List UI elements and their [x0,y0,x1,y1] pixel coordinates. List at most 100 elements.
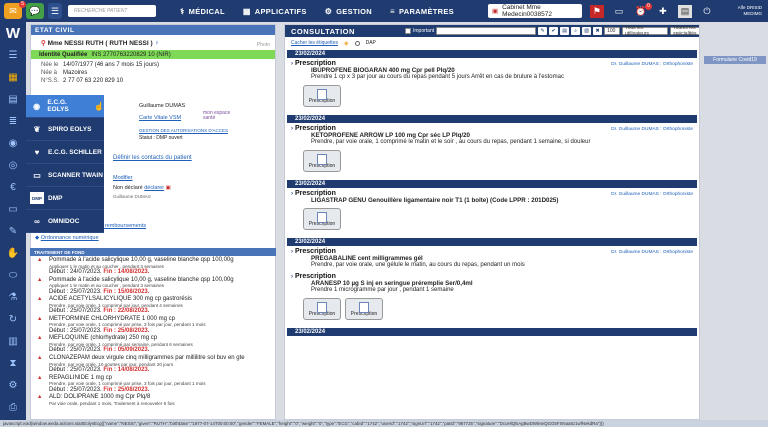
entry-doctor[interactable]: Dr. Guillaume DUMAS : Orthophoniste [611,127,693,132]
sidebar-camera-icon[interactable]: ◉ [0,132,26,154]
consultation-date-bar[interactable]: 23/02/2024 [287,328,697,336]
patient-search-input[interactable]: RECHERCHE PATIENT [68,5,156,17]
sidebar-folder-icon[interactable]: ▭ [0,198,26,220]
prescription-doc-button[interactable]: Prescription [303,208,341,230]
entry-doctor[interactable]: Dr. Guillaume DUMAS : Orthophoniste [611,192,693,197]
sidebar-hand-icon[interactable]: ✋ [0,242,26,264]
check-tool-icon[interactable]: ✔ [549,27,559,35]
consultation-date-bar[interactable]: 23/02/2024 [287,115,697,123]
hide-labels-link[interactable]: Cacher les étiquettes [291,40,338,46]
nav-parametres[interactable]: ≡ PARAMÈTRES [390,7,454,16]
dap-radio[interactable] [354,40,360,46]
menu-item-ecg-schiller[interactable]: ♥ E.C.G. SCHILLER [26,141,104,164]
modifier-text[interactable]: Modifier [113,175,133,181]
autorisations-text[interactable]: GESTION DES AUTORISATIONS D'ACCES [139,128,228,133]
image-tool-icon[interactable]: ▨ [582,27,592,35]
carte-vitale-text[interactable]: Carte Vitale VSM [139,115,181,121]
modifier-link[interactable]: Modifier [113,175,133,182]
entry-doctor[interactable]: Dr. Guillaume DUMAS : Orthophoniste [611,62,693,67]
treatment-item[interactable]: ▲ Pommade à l'acide salicylique 10,00 g, … [31,256,275,276]
pdf-icon[interactable]: ▣ [166,185,171,191]
sidebar-settings-icon[interactable]: ⚙ [0,374,26,396]
nav-applicatifs[interactable]: ▦ APPLICATIFS [243,7,307,16]
user-info[interactable]: Alfe DRISID MEDIMG [722,5,762,17]
treatment-warning-icon: ▲ [37,296,43,303]
sidebar-chart-icon[interactable]: ▥ [0,330,26,352]
ordonnance-link[interactable]: ◆ Ordonnance numérique [35,235,99,242]
treatment-item[interactable]: ▲ ACIDE ACETYLSALICYLIQUE 300 mg cp gastr… [31,295,275,315]
entry-doctor[interactable]: Dr. Guillaume DUMAS : Orthophoniste [611,250,693,255]
search-tool-icon[interactable]: ⌕ [571,27,581,35]
patient-list-icon[interactable]: ☰ [48,3,62,19]
sidebar-list-icon[interactable]: ≣ [0,110,26,132]
treatment-item[interactable]: ▲ REPAGLINIDE 1 mg cp Prendre, par voie or… [31,374,275,394]
declarer-link[interactable]: déclarer [144,185,164,191]
important-checkbox[interactable] [405,28,411,34]
sidebar-calendar-icon[interactable]: ▦ [0,66,26,88]
treatment-item[interactable]: ▲ CLONAZEPAM deux virgule cinq milligramm… [31,354,275,374]
menu-item-omnidoc[interactable]: ∞ OMNIDOC [26,210,104,233]
trash-tool-icon[interactable]: ✖ [593,27,603,35]
menu-item-scanner-twain[interactable]: ▭ SCANNER TWAIN [26,164,104,187]
treatment-item[interactable]: ▲ Pommade à l'acide salicylique 10,00 g, … [31,276,275,296]
treatment-item[interactable]: ▲ MEFLOQUINE (chlorhydrate) 250 mg cp Pren… [31,334,275,354]
sidebar-refresh-icon[interactable]: ↻ [0,308,26,330]
sidebar-doc-icon[interactable]: ▤ [0,88,26,110]
nav-gestion[interactable]: ⚙ GESTION [325,7,372,16]
identity-label: Identité Qualifiée [39,51,88,58]
flag-icon[interactable]: ⚑ [589,4,604,18]
specialties-filter-select[interactable]: Toutes les spécialités [670,25,699,37]
card-icon[interactable]: ▤ [677,4,692,18]
consultation-date-bar[interactable]: 23/02/2024 [287,50,697,58]
sidebar-lab-icon[interactable]: ⚗ [0,286,26,308]
contacts-link[interactable]: Définir les contacts du patient [113,155,192,162]
birth-date-row: Née le 14/07/1977 (46 ans 7 mois 15 jours… [31,61,275,69]
chevron-right-icon[interactable]: › [291,191,293,197]
menu-item-spiro-eolys[interactable]: ❦ SPIRO EOLYS [26,118,104,141]
photo-label[interactable]: Photo [257,42,270,48]
menu-item-dmp[interactable]: DMP DMP [26,187,104,210]
chevron-right-icon[interactable]: › [291,274,293,280]
chat-icon[interactable]: 💬 [26,3,44,19]
contacts-link-text[interactable]: Définir les contacts du patient [113,155,192,161]
mail-icon[interactable]: ✉ 5 [4,1,26,19]
chevron-right-icon[interactable]: › [291,249,293,255]
sidebar-target-icon[interactable]: ◎ [0,154,26,176]
consultation-date-bar[interactable]: 23/02/2024 [287,238,697,246]
mon-espace-sante-logo[interactable]: mon espace santé [203,111,231,121]
weda-logo-icon[interactable]: W [0,22,26,44]
prescription-doc-button[interactable]: Prescription [345,298,383,320]
sidebar-menu-icon[interactable]: ☰ [0,44,26,66]
sidebar-print-icon[interactable]: ⎙ [0,396,26,418]
nav-medical[interactable]: ⚕ MÉDICAL [180,7,225,16]
prescription-doc-button[interactable]: Prescription [303,298,341,320]
treatment-item[interactable]: ▲ METFORMINE CHLORHYDRATE 1 000 mg cp Pren… [31,315,275,335]
alarm-icon[interactable]: ⏰ 0 [634,2,652,18]
prescription-doc-button[interactable]: Prescription [303,85,341,107]
consultation-date-bar[interactable]: 23/02/2024 [287,180,697,188]
formulaire-covid-button[interactable]: Formulaire Covid19 [704,56,766,64]
pen-tool-icon[interactable]: ✎ [538,27,548,35]
medic-icon[interactable]: ✚ [656,5,670,18]
ordonnance-text[interactable]: Ordonnance numérique [41,235,99,241]
treatment-item[interactable]: ▲ ALD: DOLIPRANE 1000 mg Cpr Plq/8 Par voi… [31,393,275,406]
prescription-doc-button[interactable]: Prescription [303,150,341,172]
cabinet-selector[interactable]: ▣ Cabinet Mme Medecin0038572 [487,4,582,18]
doc-tool-icon[interactable]: ▤ [560,27,570,35]
menu-item-ecg-eolys[interactable]: ◉ E.C.G. EOLYS ☝ [26,95,104,118]
search-consultation-input[interactable] [436,27,537,35]
count-select[interactable]: 100 [604,27,621,35]
entry-title[interactable]: › Prescription [291,273,691,280]
sidebar-euro-icon[interactable]: € [0,176,26,198]
vitale-icon[interactable]: ▭ [612,5,626,18]
power-icon[interactable]: ⏻ [700,5,714,18]
sidebar-tools-icon[interactable]: ✎ [0,220,26,242]
sidebar-pills-icon[interactable]: ⬭ [0,264,26,286]
sidebar-hourglass-icon[interactable]: ⧗ [0,352,26,374]
autorisations-link[interactable]: GESTION DES AUTORISATIONS D'ACCES [139,127,228,134]
carte-vitale-link[interactable]: Carte Vitale VSM [139,115,181,122]
users-filter-select[interactable]: Tous les utilisateurs [622,25,669,37]
chevron-right-icon[interactable]: › [291,126,293,132]
chevron-right-icon[interactable]: › [291,61,293,67]
tags-icon[interactable]: ◈ [344,40,349,47]
